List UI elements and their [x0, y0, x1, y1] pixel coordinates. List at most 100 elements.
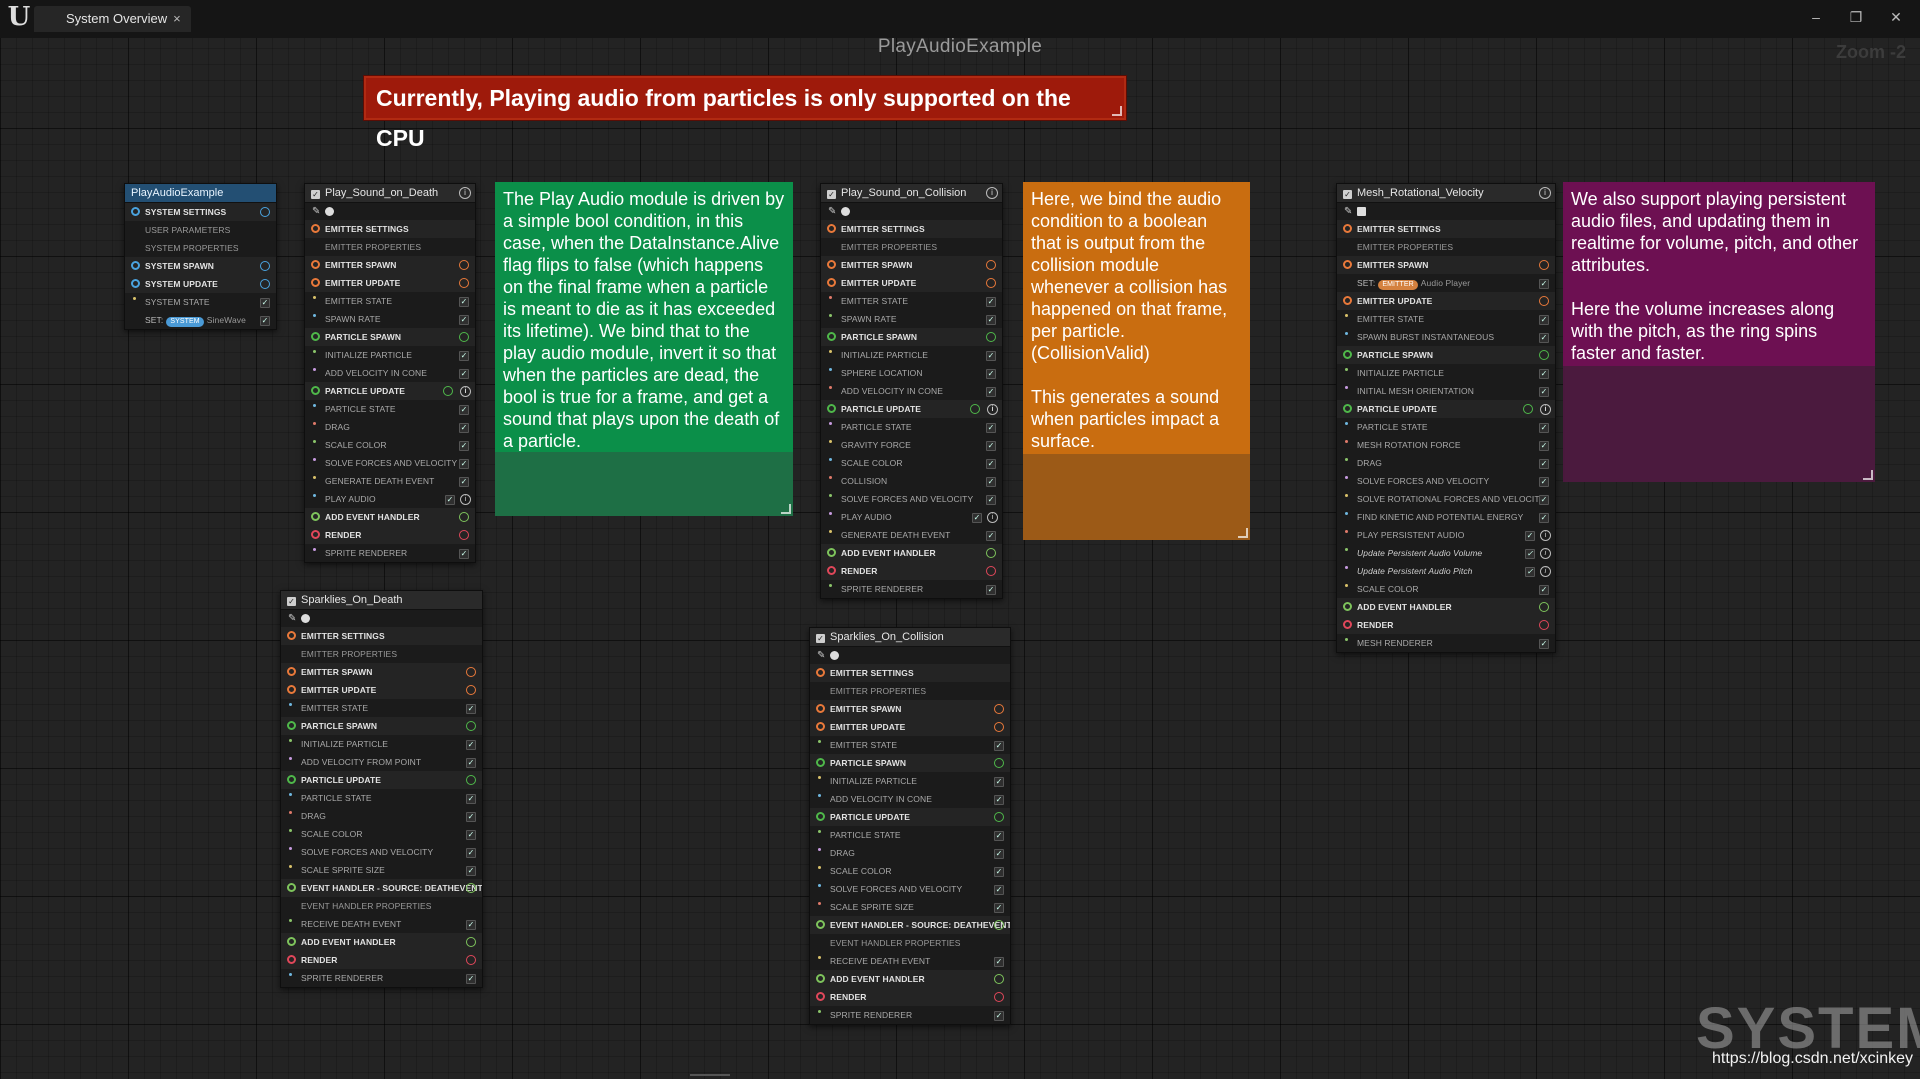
- add-module-icon[interactable]: [459, 512, 469, 522]
- module-enable-checkbox[interactable]: ✓: [986, 423, 996, 433]
- module-drag[interactable]: DRAG ✓: [281, 807, 482, 825]
- add-module-icon[interactable]: [986, 548, 996, 558]
- module-event-handler-properties[interactable]: EVENT HANDLER PROPERTIES: [281, 897, 482, 915]
- module-system-state[interactable]: SYSTEM STATE ✓: [125, 293, 276, 311]
- enable-checkbox[interactable]: ✓: [311, 190, 320, 199]
- add-module-icon[interactable]: [970, 404, 980, 414]
- module-system-properties[interactable]: SYSTEM PROPERTIES: [125, 239, 276, 257]
- enable-checkbox[interactable]: ✓: [816, 634, 825, 643]
- module-add-velocity-from-point[interactable]: ADD VELOCITY FROM POINT ✓: [281, 753, 482, 771]
- add-module-icon[interactable]: [466, 775, 476, 785]
- stage-emitter-update[interactable]: EMITTER UPDATE: [1337, 292, 1555, 310]
- add-module-icon[interactable]: [994, 920, 1004, 930]
- module-initialize-particle[interactable]: INITIALIZE PARTICLE ✓: [1337, 364, 1555, 382]
- module-enable-checkbox[interactable]: ✓: [1539, 279, 1549, 289]
- module-enable-checkbox[interactable]: ✓: [466, 758, 476, 768]
- tab-close-icon[interactable]: ×: [173, 11, 181, 26]
- add-module-icon[interactable]: [1523, 404, 1533, 414]
- stage-particle-update[interactable]: PARTICLE UPDATE i: [1337, 400, 1555, 418]
- module-receive-death-event[interactable]: RECEIVE DEATH EVENT ✓: [810, 952, 1010, 970]
- enable-checkbox[interactable]: ✓: [827, 190, 836, 199]
- pin-icon[interactable]: ✎: [828, 206, 836, 217]
- stage-render[interactable]: RENDER: [810, 988, 1010, 1006]
- emitter-node-sparklies-on-collision[interactable]: ✓ Sparklies_On_Collision ✎ EMITTER SETTIN…: [809, 627, 1011, 1025]
- module-enable-checkbox[interactable]: ✓: [1539, 639, 1549, 649]
- pin-icon[interactable]: ✎: [1344, 206, 1352, 217]
- module-solve-rotational-forces-and-velocity[interactable]: SOLVE ROTATIONAL FORCES AND VELOCITY ✓: [1337, 490, 1555, 508]
- module-solve-forces-and-velocity[interactable]: SOLVE FORCES AND VELOCITY ✓: [821, 490, 1002, 508]
- add-module-icon[interactable]: [459, 260, 469, 270]
- stage-add-event-handler[interactable]: ADD EVENT HANDLER: [305, 508, 475, 526]
- horizontal-scrollbar[interactable]: [690, 1074, 730, 1076]
- module-sphere-location[interactable]: SPHERE LOCATION ✓: [821, 364, 1002, 382]
- module-scale-sprite-size[interactable]: SCALE SPRITE SIZE ✓: [810, 898, 1010, 916]
- module-enable-checkbox[interactable]: ✓: [459, 441, 469, 451]
- stage-event-handler-source-deathevent[interactable]: EVENT HANDLER - SOURCE: DEATHEVENT: [810, 916, 1010, 934]
- module-receive-death-event[interactable]: RECEIVE DEATH EVENT ✓: [281, 915, 482, 933]
- emitter-title[interactable]: ✓ Play_Sound_on_Death i: [305, 184, 475, 203]
- module-emitter-properties[interactable]: EMITTER PROPERTIES: [810, 682, 1010, 700]
- module-enable-checkbox[interactable]: ✓: [1525, 567, 1535, 577]
- module-scale-color[interactable]: SCALE COLOR ✓: [810, 862, 1010, 880]
- module-enable-checkbox[interactable]: ✓: [994, 741, 1004, 751]
- module-solve-forces-and-velocity[interactable]: SOLVE FORCES AND VELOCITY ✓: [281, 843, 482, 861]
- add-module-icon[interactable]: [1539, 620, 1549, 630]
- module-enable-checkbox[interactable]: ✓: [1539, 333, 1549, 343]
- module-enable-checkbox[interactable]: ✓: [466, 974, 476, 984]
- stage-particle-spawn[interactable]: PARTICLE SPAWN: [305, 328, 475, 346]
- module-drag[interactable]: DRAG ✓: [1337, 454, 1555, 472]
- module-drag[interactable]: DRAG ✓: [305, 418, 475, 436]
- add-module-icon[interactable]: [466, 883, 476, 893]
- module-enable-checkbox[interactable]: ✓: [986, 459, 996, 469]
- resize-handle-icon[interactable]: [781, 504, 791, 514]
- add-module-icon[interactable]: [459, 278, 469, 288]
- emitter-title[interactable]: ✓ Sparklies_On_Death: [281, 591, 482, 610]
- add-module-icon[interactable]: [1539, 602, 1549, 612]
- module-emitter-state[interactable]: EMITTER STATE ✓: [281, 699, 482, 717]
- comment-purple[interactable]: We also support playing persistent audio…: [1563, 182, 1875, 482]
- emitter-title[interactable]: ✓ Sparklies_On_Collision: [810, 628, 1010, 647]
- enable-checkbox[interactable]: ✓: [1343, 190, 1352, 199]
- info-icon[interactable]: i: [1540, 566, 1551, 577]
- stage-render[interactable]: RENDER: [305, 526, 475, 544]
- module-enable-checkbox[interactable]: ✓: [1539, 459, 1549, 469]
- module-particle-state[interactable]: PARTICLE STATE ✓: [281, 789, 482, 807]
- add-module-icon[interactable]: [994, 992, 1004, 1002]
- module-play-persistent-audio[interactable]: PLAY PERSISTENT AUDIO ✓ i: [1337, 526, 1555, 544]
- add-module-icon[interactable]: [994, 722, 1004, 732]
- module-enable-checkbox[interactable]: ✓: [459, 477, 469, 487]
- module-particle-state[interactable]: PARTICLE STATE ✓: [821, 418, 1002, 436]
- stage-system-settings[interactable]: SYSTEM SETTINGS: [125, 203, 276, 221]
- module-mesh-renderer[interactable]: MESH RENDERER ✓: [1337, 634, 1555, 652]
- module-enable-checkbox[interactable]: ✓: [986, 585, 996, 595]
- stage-emitter-update[interactable]: EMITTER UPDATE: [821, 274, 1002, 292]
- module-event-handler-properties[interactable]: EVENT HANDLER PROPERTIES: [810, 934, 1010, 952]
- module-enable-checkbox[interactable]: ✓: [986, 351, 996, 361]
- module-emitter-state[interactable]: EMITTER STATE ✓: [810, 736, 1010, 754]
- info-icon[interactable]: i: [986, 187, 998, 199]
- module-spawn-rate[interactable]: SPAWN RATE ✓: [305, 310, 475, 328]
- module-enable-checkbox[interactable]: ✓: [1525, 549, 1535, 559]
- module-initial-mesh-orientation[interactable]: INITIAL MESH ORIENTATION ✓: [1337, 382, 1555, 400]
- add-module-icon[interactable]: [466, 685, 476, 695]
- stage-particle-spawn[interactable]: PARTICLE SPAWN: [810, 754, 1010, 772]
- module-enable-checkbox[interactable]: ✓: [459, 369, 469, 379]
- emitter-node-sparklies-on-death[interactable]: ✓ Sparklies_On_Death ✎ EMITTER SETTINGS EM…: [280, 590, 483, 988]
- module-add-velocity-in-cone[interactable]: ADD VELOCITY IN CONE ✓: [305, 364, 475, 382]
- module-enable-checkbox[interactable]: ✓: [459, 423, 469, 433]
- module-enable-checkbox[interactable]: ✓: [459, 297, 469, 307]
- module-enable-checkbox[interactable]: ✓: [466, 920, 476, 930]
- module-collision[interactable]: COLLISION ✓: [821, 472, 1002, 490]
- module-enable-checkbox[interactable]: ✓: [1539, 423, 1549, 433]
- resize-handle-icon[interactable]: [1863, 470, 1873, 480]
- module-emitter-state[interactable]: EMITTER STATE ✓: [821, 292, 1002, 310]
- module-scale-color[interactable]: SCALE COLOR ✓: [305, 436, 475, 454]
- module-spawn-burst-instantaneous[interactable]: SPAWN BURST INSTANTANEOUS ✓: [1337, 328, 1555, 346]
- tab-system-overview[interactable]: System Overview ×: [34, 6, 191, 32]
- module-enable-checkbox[interactable]: ✓: [459, 315, 469, 325]
- stage-particle-spawn[interactable]: PARTICLE SPAWN: [821, 328, 1002, 346]
- stage-particle-update[interactable]: PARTICLE UPDATE: [810, 808, 1010, 826]
- module-emitter-state[interactable]: EMITTER STATE ✓: [305, 292, 475, 310]
- module-sprite-renderer[interactable]: SPRITE RENDERER ✓: [305, 544, 475, 562]
- add-module-icon[interactable]: [1539, 350, 1549, 360]
